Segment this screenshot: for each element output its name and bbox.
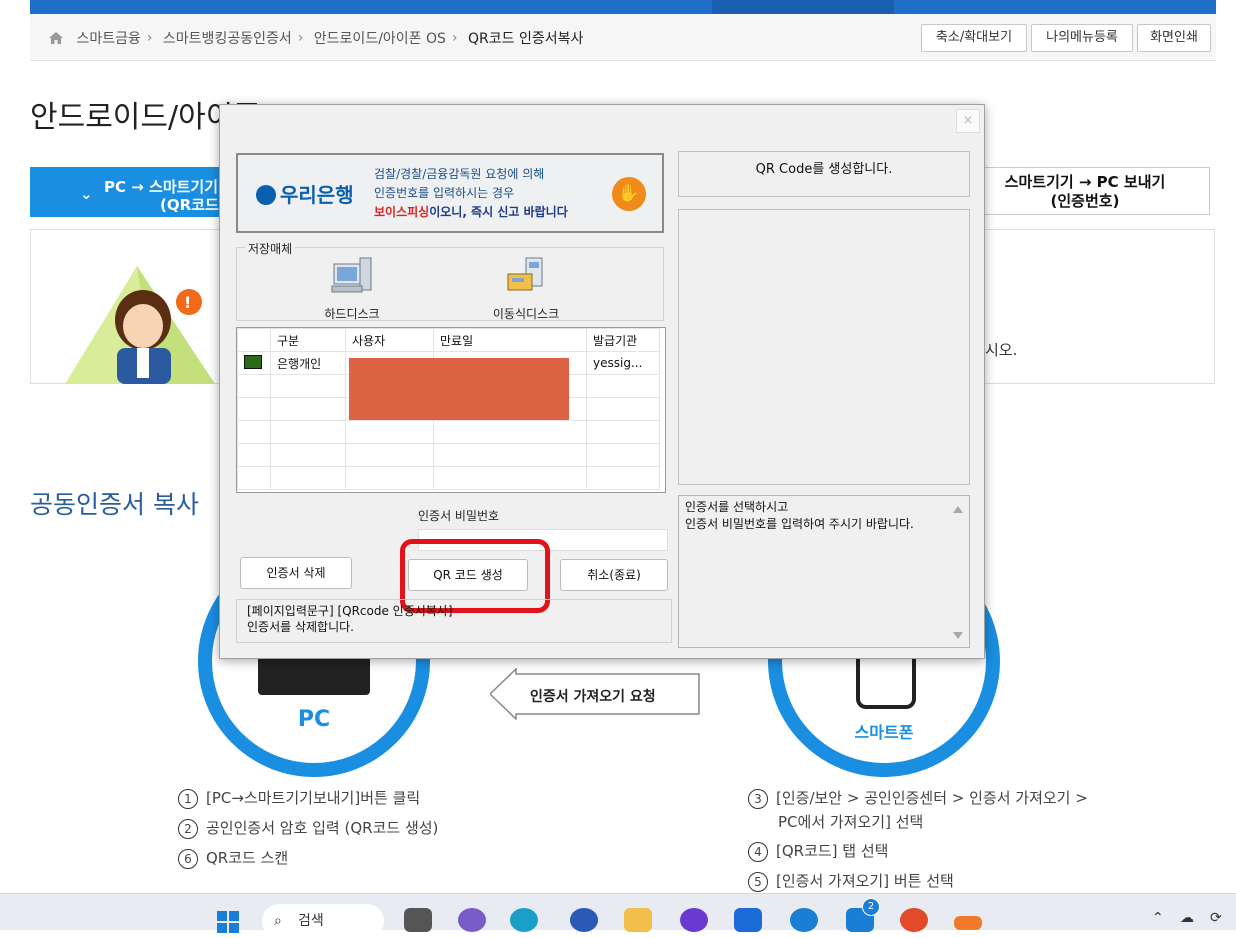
print-button[interactable]: 화면인쇄 (1137, 24, 1211, 52)
breadcrumb: 스마트금융 › 스마트뱅킹공동인증서 › 안드로이드/아이폰 OS › QR코드 인증… (48, 28, 583, 48)
phone-label: 스마트폰 (854, 723, 914, 742)
top-nav-active-segment[interactable] (712, 0, 894, 14)
breadcrumb-item[interactable]: 스마트금융 (76, 31, 140, 47)
storage-removable-label: 이동식디스크 (492, 307, 560, 321)
my-menu-button[interactable]: 나의메뉴등록 (1031, 24, 1133, 52)
smartphone-icon (856, 655, 916, 709)
request-arrow: 인증서 가져오기 요청 (490, 668, 700, 720)
search-icon: ⌕ (274, 913, 282, 929)
column-header[interactable]: 구분 (270, 328, 346, 352)
close-button[interactable]: × (956, 109, 980, 133)
breadcrumb-item[interactable]: 스마트뱅킹공동인증서 (163, 31, 292, 47)
mail-icon[interactable]: 2 (846, 898, 880, 932)
info-text: 시오. (985, 341, 1018, 359)
taskbar-search[interactable]: ⌕ 검색 (262, 904, 384, 938)
password-label: 인증서 비밀번호 (418, 509, 500, 523)
zoom-button[interactable]: 축소/확대보기 (921, 24, 1027, 52)
file-explorer-icon[interactable] (624, 908, 652, 932)
chrome-icon[interactable] (900, 908, 928, 932)
taskbar: ⌕ 검색 2 ⌃ ☁ ⟳ (0, 893, 1236, 938)
cert-issuer: yessig... (586, 351, 660, 375)
bank-banner: 우리은행 검찰/경찰/금융감독원 요청에 의해 인증번호를 입력하시는 경우 보… (236, 153, 664, 233)
column-header[interactable]: 발급기관 (586, 328, 660, 352)
notification-badge: 2 (862, 898, 880, 916)
network-icon[interactable]: ⟳ (1210, 910, 1222, 926)
breadcrumb-current: QR코드 인증서복사 (467, 31, 584, 47)
storage-hdd[interactable]: 하드디스크 (307, 256, 397, 322)
storage-title: 저장매체 (245, 240, 296, 257)
store-icon[interactable] (734, 908, 762, 932)
cloud-icon[interactable]: ☁ (1180, 910, 1194, 926)
qr-code-area (678, 209, 970, 485)
cert-type: 은행개인 (270, 351, 346, 375)
arrow-label: 인증서 가져오기 요청 (530, 689, 656, 705)
pc-label: PC (297, 707, 331, 732)
status-panel: [페이지입력문구] [QRcode 인증서복사] 인증서를 삭제합니다. (236, 599, 672, 643)
column-header[interactable]: 만료일 (433, 328, 587, 352)
cancel-button[interactable]: 취소(종료) (560, 559, 668, 591)
app-icon[interactable] (570, 908, 598, 932)
edge-browser-icon[interactable] (510, 908, 538, 932)
chevron-right-icon: › (297, 30, 304, 46)
step-item: 1 [PC→스마트기기보내기]버튼 클릭 (178, 787, 438, 809)
monitor-icon (258, 655, 370, 695)
tab-left-sublabel: (QR코드) (160, 196, 226, 214)
home-icon[interactable] (48, 31, 64, 45)
qr-cert-dialog: × 우리은행 검찰/경찰/금융감독원 요청에 의해 인증번호를 입력하시는 경우… (219, 104, 985, 659)
steps-right: 3 [인증/보안 > 공인인증센터 > 인증서 가져오기 > PC에서 가져오기]… (748, 787, 1088, 900)
table-header-row: 구분 사용자 만료일 발급기관 (237, 328, 660, 352)
step-item: 5 [인증서 가져오기] 버튼 선택 (748, 870, 1088, 892)
bank-logo: 우리은행 (256, 179, 354, 208)
message-box[interactable]: 인증서를 선택하시고 인증서 비밀번호를 입력하여 주시기 바랍니다. (678, 495, 970, 648)
tab-pc-to-smart[interactable]: ⌄ PC → 스마트기기 (QR코드) (30, 167, 230, 217)
step-item: 4 [QR코드] 탭 선택 (748, 840, 1088, 862)
app-icon[interactable] (954, 916, 982, 930)
banner-text: 검찰/경찰/금융감독원 요청에 의해 인증번호를 입력하시는 경우 보이스피싱이… (374, 167, 568, 219)
storage-removable[interactable]: 이동식디스크 (481, 256, 571, 322)
storage-hdd-label: 하드디스크 (324, 307, 380, 321)
windows-start-icon[interactable] (216, 910, 240, 934)
customer-service-illustration: ! (65, 266, 215, 384)
chevron-up-icon[interactable]: ⌃ (1152, 910, 1164, 926)
breadcrumb-item[interactable]: 안드로이드/아이폰 OS (314, 31, 446, 47)
storage-group: 저장매체 하드디스크 이동식디스크 (236, 240, 664, 322)
step-item: 3 [인증/보안 > 공인인증센터 > 인증서 가져오기 > (748, 787, 1088, 809)
certificate-list[interactable]: 구분 사용자 만료일 발급기관 은행개인 yessig... (236, 327, 666, 493)
teams-icon[interactable] (458, 908, 486, 932)
step-item-continued: PC에서 가져오기] 선택 (778, 813, 924, 831)
tab-right-sublabel: (인증번호) (1050, 192, 1120, 210)
tab-right-label: 스마트기기 → PC 보내기 (1004, 173, 1166, 191)
step-item: 2 공인인증서 암호 입력 (QR코드 생성) (178, 817, 438, 839)
delete-cert-button[interactable]: 인증서 삭제 (240, 557, 352, 589)
tab-smart-to-pc[interactable]: 스마트기기 → PC 보내기 (인증번호) (960, 167, 1210, 215)
chevron-right-icon: › (146, 30, 153, 46)
qr-header: QR Code를 생성합니다. (678, 151, 970, 197)
section-title: 공동인증서 복사 (30, 490, 199, 519)
step-item: 6 QR코드 스캔 (178, 847, 438, 869)
redaction-block (349, 358, 569, 420)
column-header[interactable]: 사용자 (345, 328, 434, 352)
chevron-right-icon: › (451, 30, 458, 46)
top-nav-strip (30, 0, 1216, 14)
scroll-down-arrow[interactable] (953, 632, 963, 639)
chevron-down-icon: ⌄ (80, 185, 93, 203)
task-view-icon[interactable] (404, 908, 432, 932)
bank-logo-icon (256, 185, 276, 205)
certificate-icon (244, 354, 262, 369)
bing-icon[interactable] (790, 908, 818, 932)
svg-text:!: ! (184, 293, 191, 312)
app-icon[interactable] (680, 908, 708, 932)
scroll-up-arrow[interactable] (953, 506, 963, 513)
stop-hand-icon: ✋ (612, 177, 646, 211)
hard-disk-icon (331, 257, 372, 293)
steps-left: 1 [PC→스마트기기보내기]버튼 클릭 2 공인인증서 암호 입력 (QR코드 생… (178, 787, 438, 877)
removable-disk-icon (507, 257, 543, 291)
